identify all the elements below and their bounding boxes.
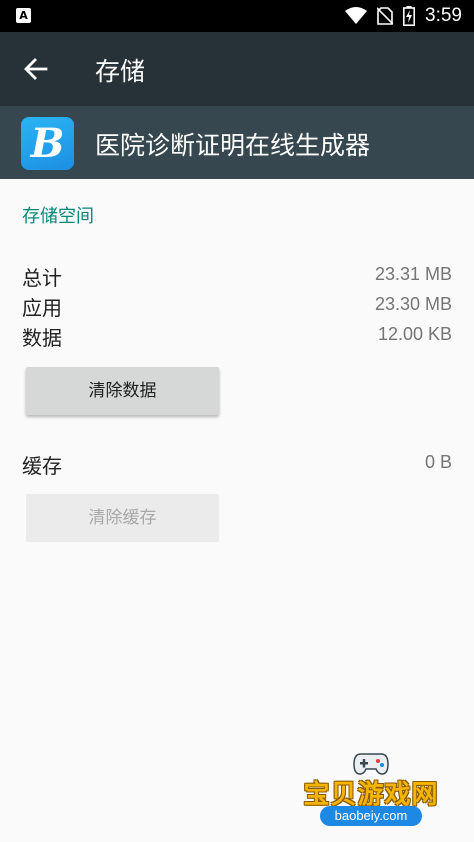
watermark-url: baobeiy.com xyxy=(320,806,422,826)
app-header: B 医院诊断证明在线生成器 xyxy=(0,106,474,179)
arrow-back-icon xyxy=(24,58,48,80)
status-icons: 3:59 xyxy=(345,0,462,32)
gamepad-icon xyxy=(353,753,389,775)
row-label: 应用 xyxy=(22,296,62,320)
row-label: 总计 xyxy=(22,266,62,290)
row-value: 23.31 MB xyxy=(374,264,452,284)
app-name: 医院诊断证明在线生成器 xyxy=(95,131,371,160)
cache-label: 缓存 xyxy=(22,454,62,478)
clear-cache-button[interactable]: 清除缓存 xyxy=(26,494,219,542)
storage-section-header: 存储空间 xyxy=(22,206,94,227)
notification-icon: A xyxy=(16,8,31,23)
clear-data-button[interactable]: 清除数据 xyxy=(26,367,219,415)
page-title: 存储 xyxy=(95,57,146,86)
storage-row-total: 总计 23.31 MB xyxy=(22,262,452,292)
clock: 3:59 xyxy=(425,5,462,26)
storage-row-data: 数据 12.00 KB xyxy=(22,322,452,352)
storage-row-app: 应用 23.30 MB xyxy=(22,292,452,322)
toolbar: 存储 xyxy=(0,32,474,106)
cache-row: 缓存 0 B xyxy=(22,450,452,480)
status-bar: A 3:59 xyxy=(0,0,474,32)
row-value: 23.30 MB xyxy=(374,294,452,314)
row-value: 12.00 KB xyxy=(377,324,452,344)
app-icon-letter: B xyxy=(30,120,65,167)
wifi-icon xyxy=(345,7,368,24)
no-sim-icon xyxy=(377,7,394,25)
cache-value: 0 B xyxy=(424,452,452,472)
battery-charging-icon xyxy=(403,6,416,26)
app-icon: B xyxy=(21,117,74,170)
row-label: 数据 xyxy=(22,326,62,350)
watermark-logo: 宝贝游戏网 baobeiy.com xyxy=(298,748,444,834)
back-button[interactable] xyxy=(18,51,54,87)
